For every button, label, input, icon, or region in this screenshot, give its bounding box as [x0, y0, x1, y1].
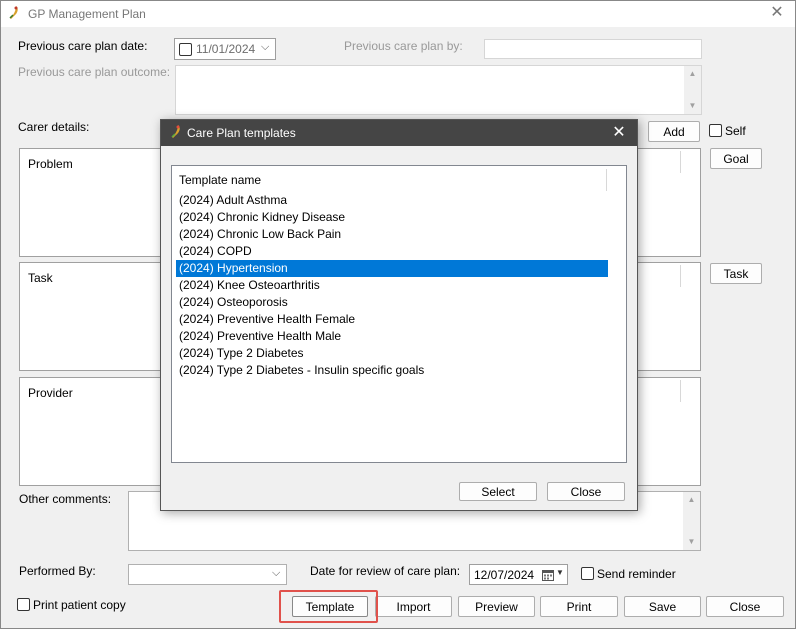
scroll-up-icon[interactable]: ▲	[684, 66, 701, 82]
care-plan-templates-dialog: Care Plan templates ✕ Template name (202…	[160, 119, 638, 511]
app-feather-icon	[9, 6, 18, 19]
prev-care-plan-by-field[interactable]	[484, 39, 702, 59]
prev-care-plan-date-label: Previous care plan date:	[18, 39, 148, 53]
dialog-title: Care Plan templates	[187, 126, 296, 140]
print-patient-copy-checkbox[interactable]	[17, 598, 30, 611]
provider-column-divider	[680, 380, 681, 402]
task-button[interactable]: Task	[710, 263, 762, 284]
list-item[interactable]: (2024) COPD	[176, 243, 608, 260]
self-label: Self	[725, 124, 746, 138]
self-checkbox[interactable]	[709, 124, 722, 137]
performed-by-label: Performed By:	[19, 564, 96, 578]
list-item[interactable]: (2024) Type 2 Diabetes	[176, 345, 608, 362]
scroll-down-icon[interactable]: ▼	[683, 534, 700, 550]
scroll-down-icon[interactable]: ▼	[684, 98, 701, 114]
list-item[interactable]: (2024) Chronic Kidney Disease	[176, 209, 608, 226]
send-reminder-checkbox[interactable]	[581, 567, 594, 580]
print-patient-copy-label: Print patient copy	[33, 598, 126, 612]
close-icon[interactable]: ✕	[767, 3, 787, 23]
close-button[interactable]: Close	[706, 596, 784, 617]
calendar-icon[interactable]	[542, 569, 554, 581]
goal-button[interactable]: Goal	[710, 148, 762, 169]
window-title: GP Management Plan	[28, 7, 146, 21]
chevron-down-icon[interactable]: ⌵	[272, 567, 280, 580]
import-button[interactable]: Import	[375, 596, 452, 617]
template-list[interactable]: Template name (2024) Adult Asthma (2024) …	[171, 165, 627, 463]
review-date-label: Date for review of care plan:	[310, 564, 461, 578]
prev-care-plan-date-checkbox[interactable]	[179, 43, 192, 56]
review-date-picker[interactable]: 12/07/2024 ▼	[469, 564, 568, 585]
carer-details-label: Carer details:	[18, 120, 90, 134]
header-divider	[606, 169, 607, 191]
prev-care-plan-date-picker[interactable]: 11/01/2024 ⌵	[174, 38, 276, 60]
performed-by-select[interactable]: ⌵	[128, 564, 287, 585]
problem-column-divider	[680, 151, 681, 173]
add-carer-button[interactable]: Add	[648, 121, 700, 142]
app-feather-icon	[171, 125, 180, 138]
template-button-highlight	[279, 590, 378, 623]
comments-scrollbar[interactable]: ▲ ▼	[683, 492, 700, 550]
list-item[interactable]: (2024) Knee Osteoarthritis	[176, 277, 608, 294]
task-label: Task	[28, 271, 53, 285]
title-bar: GP Management Plan ✕	[1, 1, 795, 27]
list-item[interactable]: (2024) Adult Asthma	[176, 192, 608, 209]
chevron-down-icon[interactable]: ⌵	[261, 41, 269, 54]
dialog-close-button[interactable]: Close	[547, 482, 625, 501]
print-button[interactable]: Print	[540, 596, 618, 617]
list-item[interactable]: (2024) Preventive Health Female	[176, 311, 608, 328]
select-button[interactable]: Select	[459, 482, 537, 501]
scroll-up-icon[interactable]: ▲	[683, 492, 700, 508]
list-item[interactable]: (2024) Osteoporosis	[176, 294, 608, 311]
dialog-title-bar: Care Plan templates ✕	[161, 120, 637, 146]
prev-care-plan-by-label: Previous care plan by:	[344, 39, 463, 53]
provider-label: Provider	[28, 386, 73, 400]
list-item[interactable]: (2024) Preventive Health Male	[176, 328, 608, 345]
save-button[interactable]: Save	[624, 596, 701, 617]
list-item[interactable]: (2024) Hypertension	[176, 260, 608, 277]
template-items: (2024) Adult Asthma (2024) Chronic Kidney…	[176, 192, 608, 379]
review-date-value: 12/07/2024	[474, 568, 535, 582]
list-item[interactable]: (2024) Chronic Low Back Pain	[176, 226, 608, 243]
prev-care-plan-outcome-label: Previous care plan outcome:	[18, 65, 171, 79]
problem-label: Problem	[28, 157, 73, 171]
outcome-scrollbar[interactable]: ▲ ▼	[684, 66, 701, 114]
prev-care-plan-outcome-field[interactable]: ▲ ▼	[175, 65, 702, 115]
close-icon[interactable]: ✕	[609, 123, 629, 143]
other-comments-label: Other comments:	[19, 492, 112, 506]
list-item[interactable]: (2024) Type 2 Diabetes - Insulin specifi…	[176, 362, 608, 379]
prev-care-plan-date-value: 11/01/2024	[196, 42, 256, 56]
preview-button[interactable]: Preview	[458, 596, 535, 617]
template-name-header[interactable]: Template name	[179, 173, 261, 187]
chevron-down-icon[interactable]: ▼	[556, 568, 564, 577]
task-column-divider	[680, 265, 681, 287]
send-reminder-label: Send reminder	[597, 567, 676, 581]
